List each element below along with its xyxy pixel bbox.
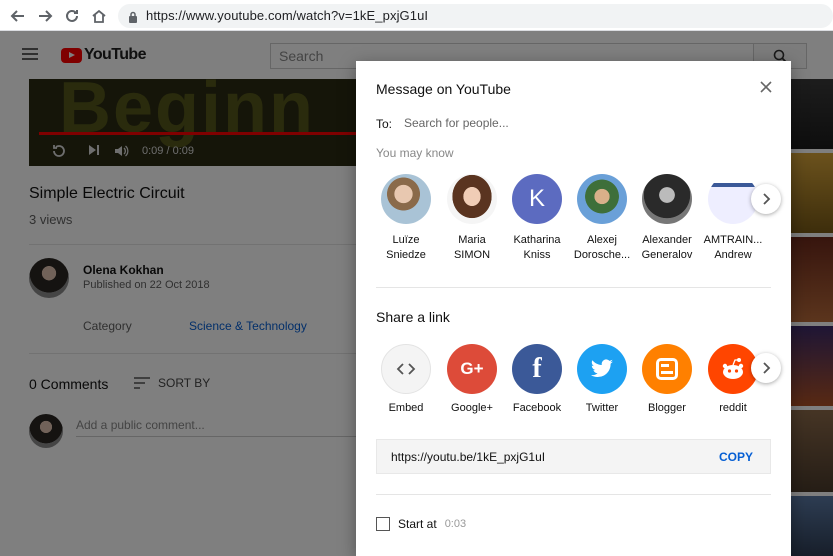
dialog-title: Message on YouTube <box>376 81 511 97</box>
share-next-button[interactable] <box>751 353 781 383</box>
contact-avatar <box>642 174 692 224</box>
back-arrow-icon[interactable] <box>7 5 29 27</box>
contacts-next-button[interactable] <box>751 184 781 214</box>
contact-name: Katharina Kniss <box>513 234 561 261</box>
share-target-label: Blogger <box>648 402 686 414</box>
close-icon[interactable] <box>757 78 775 96</box>
share-target-label: Embed <box>388 402 424 414</box>
blogger-icon <box>642 344 692 394</box>
share-target-label: Facebook <box>512 402 562 414</box>
divider <box>376 494 771 495</box>
contact-item[interactable]: Luïze Sniedze <box>375 174 437 263</box>
contact-avatar <box>577 174 627 224</box>
embed-icon <box>381 344 431 394</box>
share-link-title: Share a link <box>376 309 450 325</box>
share-facebook-button[interactable]: f Facebook <box>506 344 568 414</box>
reload-icon[interactable] <box>61 5 83 27</box>
to-label: To: <box>376 117 393 131</box>
share-link-box: https://youtu.be/1kE_pxjG1uI COPY <box>376 439 771 474</box>
contact-name: AMTRAIN... Andrew <box>703 234 763 261</box>
contact-name: Alexej Dorosche... <box>573 234 631 261</box>
chevron-right-icon <box>763 362 771 374</box>
twitter-icon <box>577 344 627 394</box>
share-target-label: reddit <box>719 402 747 414</box>
suggested-people: Luïze Sniedze Maria SIMON K Katharina Kn… <box>376 174 776 269</box>
share-reddit-button[interactable]: reddit <box>702 344 764 414</box>
contact-item[interactable]: Maria SIMON <box>441 174 503 263</box>
start-at-row: Start at 0:03 <box>376 517 466 531</box>
url-text: https://www.youtube.com/watch?v=1kE_pxjG… <box>146 8 429 23</box>
contact-name: Luïze Sniedze <box>386 234 426 261</box>
start-at-time[interactable]: 0:03 <box>445 518 466 530</box>
divider <box>376 287 771 288</box>
contact-item[interactable]: Alexej Dorosche... <box>571 174 633 263</box>
contact-avatar <box>381 174 431 224</box>
youtube-page: YouTube Search Beginn 0:09 / 0:09 Simple… <box>0 31 833 556</box>
contact-avatar: K <box>512 174 562 224</box>
forward-arrow-icon[interactable] <box>34 5 56 27</box>
contact-avatar <box>447 174 497 224</box>
share-link-url[interactable]: https://youtu.be/1kE_pxjG1uI <box>391 450 545 464</box>
recipient-search-input[interactable] <box>404 114 764 132</box>
share-googleplus-button[interactable]: G+ Google+ <box>441 344 503 414</box>
contact-item[interactable]: K Katharina Kniss <box>506 174 568 263</box>
contact-item[interactable]: Alexander Generalov <box>636 174 698 263</box>
share-dialog: Message on YouTube To: You may know Luïz… <box>356 61 791 556</box>
home-icon[interactable] <box>88 5 110 27</box>
share-target-label: Twitter <box>585 402 619 414</box>
start-at-checkbox[interactable] <box>376 517 390 531</box>
share-blogger-button[interactable]: Blogger <box>636 344 698 414</box>
facebook-icon: f <box>512 344 562 394</box>
share-targets: Embed G+ Google+ f Facebook Twitter Blog… <box>376 344 776 424</box>
contact-initial: K <box>528 185 545 212</box>
googleplus-icon: G+ <box>447 344 497 394</box>
contact-name: Maria SIMON <box>453 234 491 261</box>
you-may-know-label: You may know <box>376 146 454 160</box>
lock-icon <box>128 10 138 28</box>
copy-button[interactable]: COPY <box>719 450 753 464</box>
start-at-label: Start at <box>398 517 437 531</box>
share-embed-button[interactable]: Embed <box>375 344 437 414</box>
chevron-right-icon <box>763 193 771 205</box>
contact-name: Alexander Generalov <box>641 234 693 261</box>
share-twitter-button[interactable]: Twitter <box>571 344 633 414</box>
share-target-label: Google+ <box>451 402 493 414</box>
browser-toolbar: https://www.youtube.com/watch?v=1kE_pxjG… <box>0 0 833 31</box>
